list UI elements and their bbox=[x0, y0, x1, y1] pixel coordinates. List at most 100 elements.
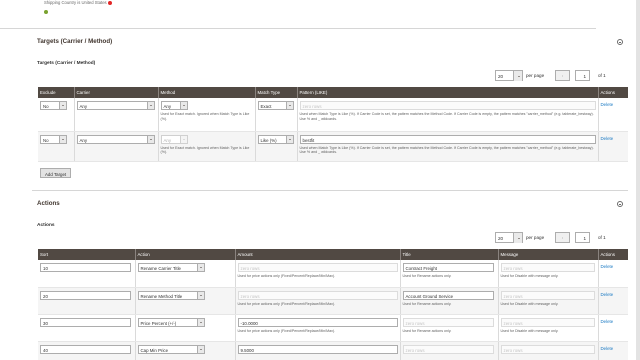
column-header: Sort bbox=[38, 249, 136, 260]
column-header: Message bbox=[498, 249, 599, 260]
column-header: Amount bbox=[235, 249, 401, 260]
carrier-select[interactable]: Any bbox=[76, 101, 155, 110]
sort-input[interactable]: 30 bbox=[40, 317, 131, 327]
field-note: Used for Rename actions only. bbox=[402, 301, 452, 306]
delete-link[interactable]: Delete bbox=[601, 101, 614, 107]
section-divider bbox=[0, 28, 596, 29]
column-header: Exclude bbox=[38, 87, 75, 98]
targets-section-title[interactable]: Targets (Carrier / Method) bbox=[37, 38, 112, 45]
field-note: Used for Rename actions only. bbox=[402, 328, 452, 333]
field-note: Used when Match Type is Like (%). If Car… bbox=[299, 145, 594, 155]
table-row: 40 Cap Min Price 9.5000 zero rows zero r… bbox=[38, 341, 628, 360]
success-status-icon bbox=[44, 10, 48, 14]
minus-circle-icon[interactable] bbox=[617, 201, 623, 207]
actions-section-title[interactable]: Actions bbox=[37, 200, 60, 207]
page-count: of 1 bbox=[598, 235, 606, 240]
chevron-down-icon bbox=[285, 135, 293, 143]
actions-page-input[interactable]: 1 bbox=[575, 232, 590, 243]
column-header: Carrier bbox=[74, 87, 159, 98]
table-header-row: Sort Action Amount Title Message Actions bbox=[38, 249, 628, 260]
chevron-down-icon bbox=[517, 75, 520, 77]
targets-subheading: Targets (Carrier / Method) bbox=[37, 61, 96, 66]
chevron-down-icon bbox=[196, 264, 204, 271]
sort-input[interactable]: 40 bbox=[40, 344, 131, 354]
field-note: Used for Disable with message only. bbox=[500, 328, 559, 333]
chevron-down-icon bbox=[196, 291, 204, 299]
table-row: 10 Rename Carrier Title zero rows Used fo… bbox=[38, 260, 628, 288]
targets-table: Exclude Carrier Method Match Type Patter… bbox=[38, 87, 628, 162]
title-input[interactable]: zero rows bbox=[402, 344, 494, 354]
field-note: Used when Match Type is Like (%). If Car… bbox=[299, 112, 594, 121]
field-note: Used for Rename actions only. bbox=[402, 274, 452, 278]
table-row: 20 Rename Method Title zero rows Used for… bbox=[38, 287, 628, 315]
carrier-select[interactable]: Any bbox=[76, 134, 155, 144]
title-input[interactable]: zero rows bbox=[402, 317, 494, 327]
message-input[interactable]: zero rows bbox=[500, 290, 595, 300]
action-select[interactable]: Price Percent (+/-) bbox=[137, 317, 205, 327]
delete-link[interactable]: Delete bbox=[601, 345, 614, 351]
amount-input[interactable]: zero rows bbox=[237, 290, 398, 300]
field-note: Used for price actions only (Fixed/Perce… bbox=[237, 328, 336, 333]
actions-per-page-select[interactable]: 20 bbox=[495, 232, 523, 243]
message-input[interactable]: zero rows bbox=[500, 317, 595, 327]
section-divider bbox=[32, 190, 628, 191]
targets-per-page-select[interactable]: 20 bbox=[495, 70, 523, 81]
chevron-down-icon bbox=[196, 345, 204, 353]
match-type-select[interactable]: Like (%) bbox=[257, 134, 294, 144]
chevron-down-icon bbox=[59, 135, 66, 143]
actions-table: Sort Action Amount Title Message Actions… bbox=[38, 249, 628, 360]
amount-input[interactable]: -10.0000 bbox=[237, 317, 398, 327]
sort-input[interactable]: 20 bbox=[40, 290, 131, 300]
chevron-down-icon bbox=[146, 135, 154, 143]
minus-circle-icon[interactable] bbox=[617, 39, 623, 45]
field-note: Used for Disable with message only. bbox=[500, 274, 559, 278]
actions-subheading: Actions bbox=[37, 223, 55, 228]
column-header: Title bbox=[400, 249, 499, 260]
chevron-down-icon bbox=[196, 318, 204, 326]
delete-link[interactable]: Delete bbox=[601, 291, 614, 297]
field-note: Used for price actions only (Fixed/Perce… bbox=[237, 274, 336, 278]
title-input[interactable]: Contract Freight bbox=[402, 263, 494, 272]
column-header: Action bbox=[135, 249, 236, 260]
condition-summary: Shipping Country is United States bbox=[44, 0, 112, 5]
field-note: Used for Exact match. Ignored when Match… bbox=[160, 145, 250, 155]
chevron-left-icon[interactable] bbox=[555, 70, 570, 81]
targets-pager: 20 per page 1 of 1 bbox=[495, 70, 609, 81]
match-type-select[interactable]: Exact bbox=[257, 101, 294, 110]
field-note: Used for Exact match. Ignored when Match… bbox=[160, 112, 250, 121]
action-select[interactable]: Rename Carrier Title bbox=[137, 263, 205, 272]
page-count: of 1 bbox=[598, 73, 606, 78]
per-page-label: per page bbox=[526, 235, 545, 240]
table-header-row: Exclude Carrier Method Match Type Patter… bbox=[38, 87, 628, 98]
sort-input[interactable]: 10 bbox=[40, 263, 131, 272]
action-select[interactable]: Rename Method Title bbox=[137, 290, 205, 300]
column-header: Actions bbox=[598, 249, 628, 260]
delete-link[interactable]: Delete bbox=[601, 263, 614, 269]
per-page-label: per page bbox=[526, 73, 545, 78]
chevron-down-icon bbox=[179, 135, 187, 143]
exclude-select[interactable]: No bbox=[40, 134, 67, 144]
chevron-left-icon[interactable] bbox=[555, 232, 570, 243]
action-select[interactable]: Cap Min Price bbox=[137, 344, 205, 354]
pattern-input[interactable]: zero rows bbox=[299, 101, 596, 110]
delete-link[interactable]: Delete bbox=[601, 135, 614, 141]
column-header: Method bbox=[158, 87, 256, 98]
amount-input[interactable]: 9.5000 bbox=[237, 344, 398, 354]
method-select[interactable]: Any bbox=[160, 134, 188, 144]
targets-page-input[interactable]: 1 bbox=[575, 70, 590, 81]
delete-link[interactable]: Delete bbox=[601, 318, 614, 324]
exclude-select[interactable]: No bbox=[40, 101, 67, 110]
add-target-button[interactable]: Add Target bbox=[40, 168, 72, 178]
actions-pager: 20 per page 1 of 1 bbox=[495, 232, 609, 243]
message-input[interactable]: zero rows bbox=[500, 263, 595, 272]
message-input[interactable]: zero rows bbox=[500, 344, 595, 354]
top-condition-strip: Shipping Country is United States bbox=[32, 0, 628, 20]
title-input[interactable]: Account Ground Service bbox=[402, 290, 494, 300]
error-status-icon bbox=[107, 0, 112, 5]
amount-input[interactable]: zero rows bbox=[237, 263, 398, 272]
column-header: Match Type bbox=[255, 87, 298, 98]
table-row: No Any Any Used for Exact match. Ignored … bbox=[38, 131, 628, 162]
pattern-input[interactable]: bestfit bbox=[299, 134, 596, 144]
method-select[interactable]: Any bbox=[160, 101, 188, 110]
chevron-down-icon bbox=[59, 102, 66, 109]
